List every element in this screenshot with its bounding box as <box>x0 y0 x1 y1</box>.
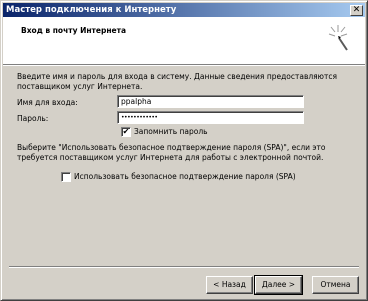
remember-password-label[interactable]: Запомнить пароль <box>134 127 208 137</box>
username-label: Имя для входа: <box>17 98 78 107</box>
password-field[interactable]: •••••••••••• <box>117 111 304 124</box>
intro-line-1: Введите имя и пароль для входа в систему… <box>17 72 337 81</box>
spa-text-line-2: требуется поставщиком услуг Интернета дл… <box>17 153 324 162</box>
button-separator <box>9 266 359 268</box>
wizard-wand-icon <box>328 25 348 51</box>
username-field[interactable]: ppalpha <box>117 95 304 108</box>
close-icon: ✕ <box>352 5 361 15</box>
spa-label[interactable]: Использовать безопасное подтверждение па… <box>74 172 296 182</box>
spa-text-line-1: Выберите "Использовать безопасное подтве… <box>17 143 326 152</box>
wizard-header: Вход в почту Интернета <box>3 17 365 65</box>
title-bar: Мастер подключения к Интернету ✕ <box>3 3 365 17</box>
next-button[interactable]: Далее > <box>254 275 303 295</box>
wizard-window: Мастер подключения к Интернету ✕ Вход в … <box>0 0 368 301</box>
page-title: Вход в почту Интернета <box>21 26 126 35</box>
remember-password-checkbox[interactable]: ✔ <box>121 127 131 137</box>
window-title: Мастер подключения к Интернету <box>6 5 177 15</box>
password-label: Пароль: <box>17 114 49 123</box>
cancel-button[interactable]: Отмена <box>312 276 359 294</box>
close-button[interactable]: ✕ <box>350 5 363 16</box>
intro-line-2: поставщиком услуг Интернета. <box>17 82 143 91</box>
checkmark-icon: ✔ <box>122 127 130 136</box>
spa-checkbox[interactable] <box>61 172 71 182</box>
back-button[interactable]: < Назад <box>206 276 253 294</box>
